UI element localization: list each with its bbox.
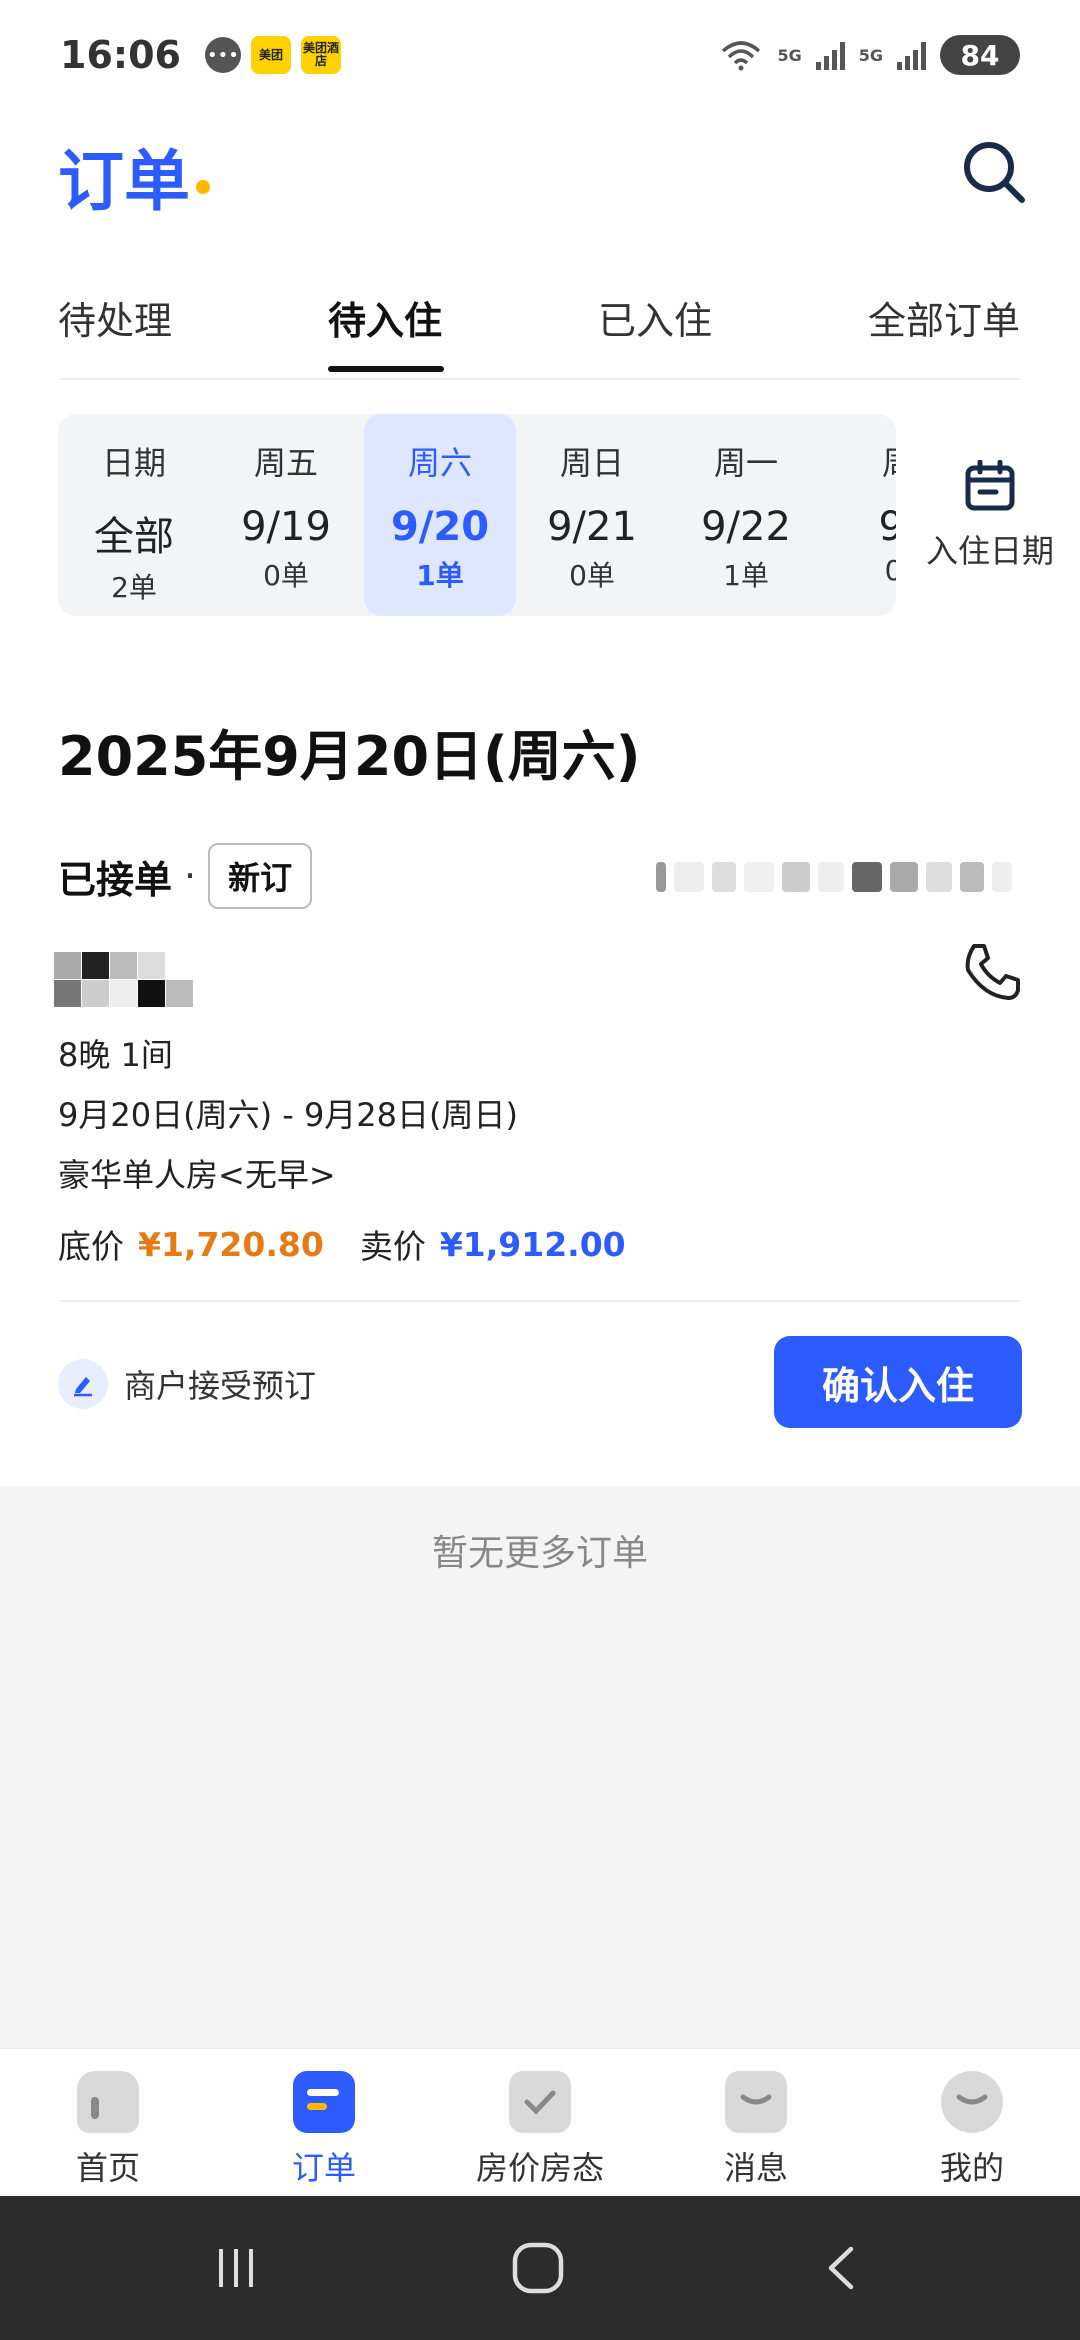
sell-price-value: ¥1,912.00 — [439, 1224, 626, 1264]
bottom-navigation: 首页 订单 房价房态 消息 我的 — [0, 2048, 1080, 2196]
orders-icon — [293, 2071, 355, 2133]
wifi-icon — [722, 41, 761, 71]
order-tabs: 待处理 待入住 已入住 全部订单 — [0, 270, 1080, 380]
nav-label: 我的 — [939, 2149, 1004, 2187]
new-order-badge: 新订 — [208, 843, 313, 909]
network-type-label: 5G — [777, 45, 802, 65]
date-cell-count: 0. — [884, 554, 896, 587]
checkin-date-label: 入住日期 — [925, 532, 1054, 570]
back-icon[interactable] — [806, 2232, 878, 2304]
status-time: 16:06 — [60, 33, 181, 77]
tab-pending[interactable]: 待处理 — [58, 290, 172, 345]
nav-label: 消息 — [723, 2149, 788, 2187]
chat-notification-icon: ••• — [204, 37, 241, 73]
nav-orders[interactable]: 订单 — [216, 2049, 432, 2197]
order-status: 已接单 — [58, 857, 173, 902]
title-dot-decoration — [196, 180, 210, 194]
nav-label: 房价房态 — [475, 2149, 604, 2187]
date-selector-strip: 日期 全部 2单 周五 9/19 0单 周六 9/20 1单 周日 9/21 0… — [58, 414, 896, 616]
status-bar: 16:06 ••• 美团 美团酒店 5G 5G 84 — [0, 0, 1080, 110]
date-cell-week: 周 — [882, 438, 896, 484]
calendar-check-icon — [509, 2071, 571, 2133]
no-more-orders-text: 暂无更多订单 — [431, 1533, 648, 1574]
nav-room-rates[interactable]: 房价房态 — [432, 2049, 648, 2197]
status-separator: · — [184, 854, 197, 898]
date-cell-9-22[interactable]: 周一 9/22 1单 — [670, 414, 822, 616]
guest-name-redacted — [54, 952, 193, 1008]
signal-strength-icon-2 — [897, 40, 926, 70]
date-cell-9-19[interactable]: 周五 9/19 0单 — [210, 414, 362, 616]
checkin-date-picker[interactable]: 入住日期 — [910, 460, 1070, 580]
profile-icon — [941, 2071, 1003, 2133]
empty-area: 暂无更多订单 — [0, 1486, 1080, 2048]
nights-rooms: 8晚 1间 — [58, 1036, 173, 1074]
date-cell-week: 周五 — [253, 444, 318, 482]
message-icon — [725, 2071, 787, 2133]
merchant-accept-row: 商户接受预订 — [58, 1356, 316, 1412]
tab-checked-in[interactable]: 已入住 — [598, 290, 712, 345]
phone-icon[interactable] — [960, 940, 1024, 1004]
network-type-label-2: 5G — [858, 45, 883, 65]
recent-apps-icon[interactable] — [200, 2232, 272, 2304]
status-right: 5G 5G 84 — [719, 35, 1020, 75]
base-price-value: ¥1,720.80 — [138, 1224, 324, 1264]
date-cell-date: 9/21 — [547, 504, 637, 550]
meituan-notification-icon: 美团 — [250, 36, 291, 74]
tab-all-orders[interactable]: 全部订单 — [868, 290, 1020, 345]
date-cell-week: 日期 — [101, 444, 166, 482]
order-number-redacted — [656, 856, 1022, 898]
battery-indicator: 84 — [940, 35, 1020, 75]
date-cell-week: 周六 — [407, 444, 472, 482]
signal-strength-icon — [815, 40, 845, 70]
date-cell-9-20[interactable]: 周六 9/20 1单 — [364, 414, 516, 616]
card-divider — [58, 1300, 1022, 1302]
room-type: 豪华单人房<无早> — [58, 1156, 336, 1194]
home-button-icon[interactable] — [502, 2232, 574, 2304]
nav-messages[interactable]: 消息 — [648, 2049, 864, 2197]
date-cell-week: 周日 — [559, 444, 624, 482]
tabs-divider — [58, 378, 1022, 380]
merchant-accept-text: 商户接受预订 — [124, 1367, 317, 1405]
date-cell-date: 9/20 — [390, 504, 490, 550]
date-cell-count: 1单 — [723, 559, 769, 592]
notification-icons: ••• 美团 美团酒店 — [204, 36, 341, 74]
date-cell-date: 9/22 — [701, 504, 791, 550]
date-cell-count: 0单 — [569, 559, 615, 592]
date-cell-date: 9/19 — [241, 504, 331, 550]
date-cell-9-21[interactable]: 周日 9/21 0单 — [516, 414, 668, 616]
selected-date-heading: 2025年9月20日(周六) — [58, 725, 641, 788]
sell-price-label: 卖价 — [359, 1227, 426, 1266]
date-cell-9-23[interactable]: 周 9/ 0. — [822, 414, 896, 616]
meituan-hotel-notification-icon: 美团酒店 — [300, 36, 341, 74]
order-status-row: 已接单 · 新订 — [58, 843, 313, 909]
confirm-checkin-button[interactable]: 确认入住 — [774, 1336, 1022, 1428]
nav-profile[interactable]: 我的 — [864, 2049, 1080, 2197]
nav-label: 首页 — [75, 2149, 140, 2187]
date-cell-count: 1单 — [416, 559, 464, 592]
stay-date-range: 9月20日(周六) - 9月28日(周日) — [58, 1096, 518, 1134]
pencil-icon — [58, 1359, 108, 1409]
date-cell-week: 周一 — [713, 444, 778, 482]
page-title: 订单 — [58, 143, 190, 220]
active-tab-indicator — [328, 366, 444, 372]
search-icon[interactable] — [958, 136, 1030, 208]
system-navigation-bar — [0, 2196, 1080, 2340]
date-cell-count: 2单 — [111, 571, 157, 604]
price-row: 底价 ¥1,720.80 卖价 ¥1,912.00 — [58, 1220, 626, 1268]
tab-awaiting-checkin[interactable]: 待入住 — [328, 290, 442, 345]
date-cell-date: 9/ — [878, 504, 896, 550]
header: 订单 — [0, 110, 1080, 230]
calendar-icon — [965, 460, 1015, 511]
base-price-label: 底价 — [58, 1227, 124, 1266]
nav-label: 订单 — [291, 2149, 356, 2187]
home-icon — [77, 2071, 139, 2133]
date-cell-count: 0单 — [263, 559, 309, 592]
date-cell-date: 全部 — [94, 514, 174, 560]
date-cell-all[interactable]: 日期 全部 2单 — [58, 414, 210, 616]
nav-home[interactable]: 首页 — [0, 2049, 216, 2197]
